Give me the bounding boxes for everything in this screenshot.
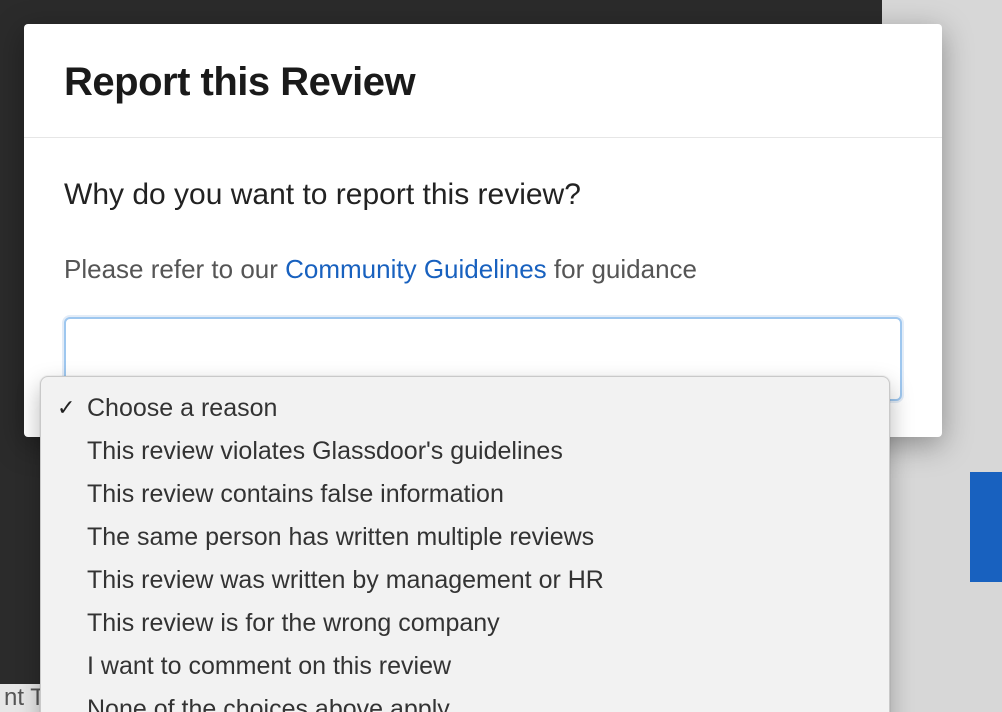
checkmark-icon: ✓ bbox=[57, 392, 87, 425]
dropdown-option-none-apply[interactable]: None of the choices above apply bbox=[41, 688, 889, 712]
dropdown-option-management-hr[interactable]: This review was written by management or… bbox=[41, 559, 889, 602]
dropdown-option-wrong-company[interactable]: This review is for the wrong company bbox=[41, 602, 889, 645]
dropdown-option-violates-guidelines[interactable]: This review violates Glassdoor's guideli… bbox=[41, 430, 889, 473]
dropdown-option-false-information[interactable]: This review contains false information bbox=[41, 473, 889, 516]
dropdown-option-label: I want to comment on this review bbox=[87, 648, 871, 685]
dropdown-option-comment[interactable]: I want to comment on this review bbox=[41, 645, 889, 688]
community-guidelines-link[interactable]: Community Guidelines bbox=[285, 254, 547, 284]
background-button-fragment bbox=[970, 472, 1002, 582]
dropdown-option-label: None of the choices above apply bbox=[87, 691, 871, 712]
dropdown-option-label: The same person has written multiple rev… bbox=[87, 519, 871, 556]
dropdown-option-label: This review is for the wrong company bbox=[87, 605, 871, 642]
dropdown-option-label: Choose a reason bbox=[87, 390, 871, 427]
reason-dropdown: ✓ Choose a reason This review violates G… bbox=[40, 376, 890, 712]
helper-prefix: Please refer to our bbox=[64, 254, 285, 284]
dropdown-option-placeholder[interactable]: ✓ Choose a reason bbox=[41, 387, 889, 430]
dropdown-option-label: This review violates Glassdoor's guideli… bbox=[87, 433, 871, 470]
modal-title: Report this Review bbox=[64, 60, 902, 105]
modal-header: Report this Review bbox=[24, 24, 942, 138]
dropdown-option-label: This review was written by management or… bbox=[87, 562, 871, 599]
helper-text: Please refer to our Community Guidelines… bbox=[64, 254, 902, 285]
dropdown-option-multiple-reviews[interactable]: The same person has written multiple rev… bbox=[41, 516, 889, 559]
dropdown-option-label: This review contains false information bbox=[87, 476, 871, 513]
report-question: Why do you want to report this review? bbox=[64, 178, 902, 212]
helper-suffix: for guidance bbox=[547, 254, 697, 284]
